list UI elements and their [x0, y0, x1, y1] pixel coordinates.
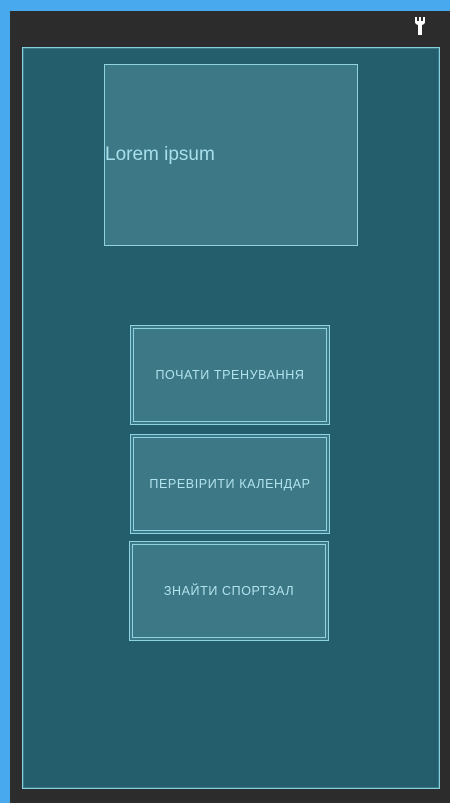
check-calendar-button[interactable]: ПЕРЕВІРИТИ КАЛЕНДАР [130, 434, 330, 534]
image-placeholder-text: Lorem ipsum [105, 144, 215, 165]
find-gym-button[interactable]: ЗНАЙТИ СПОРТЗАЛ [129, 541, 329, 641]
wrench-icon[interactable] [412, 16, 428, 36]
start-training-button[interactable]: ПОЧАТИ ТРЕНУВАННЯ [130, 325, 330, 425]
